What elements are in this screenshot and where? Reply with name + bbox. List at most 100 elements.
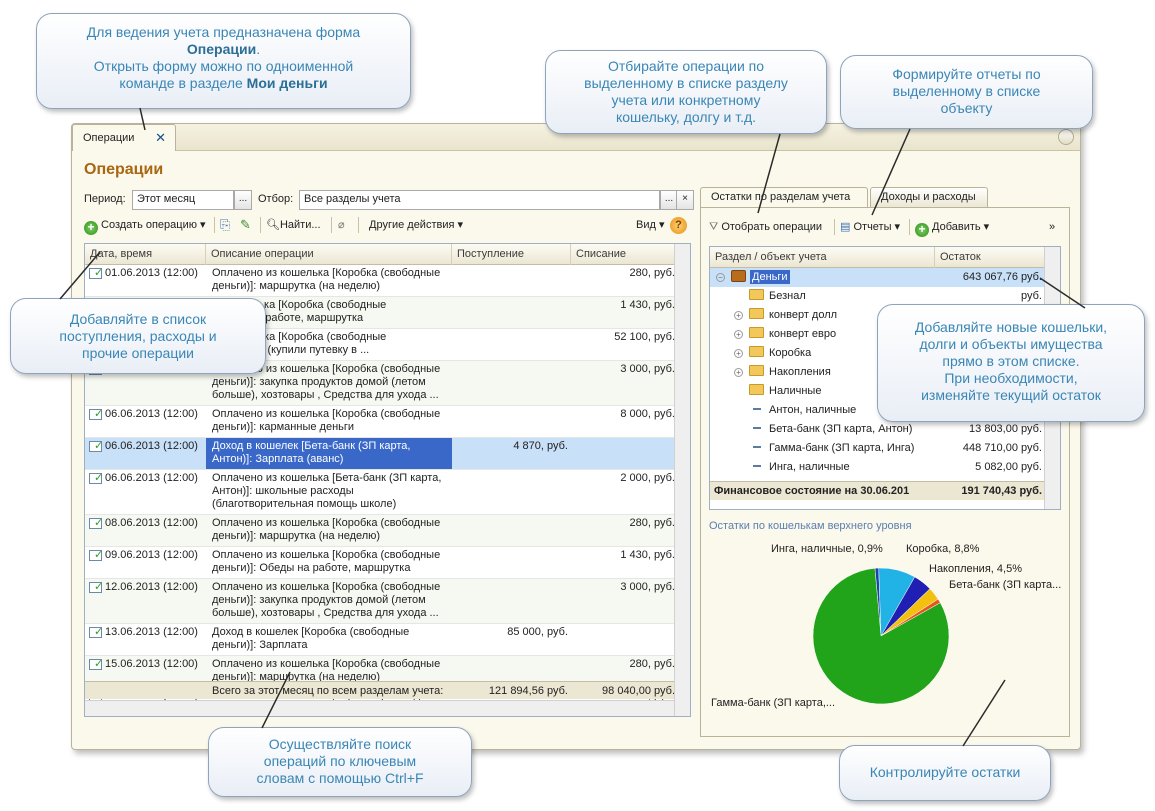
item-icon bbox=[753, 408, 761, 410]
form-title: Операции bbox=[84, 161, 164, 178]
copy-icon[interactable]: ⎘ bbox=[220, 214, 230, 236]
tab-balances[interactable]: Остатки по разделам учета bbox=[700, 187, 868, 207]
callout-text: Добавляйте новые кошельки, bbox=[914, 319, 1108, 335]
description-line: Оплачено из кошелька [Коробка (свободные bbox=[212, 549, 441, 561]
more-button[interactable]: » bbox=[1049, 216, 1055, 238]
tree-label: Антон, наличные bbox=[734, 401, 856, 420]
table-row[interactable]: 13.06.2013 (12:00) Доход в кошелек [Короб… bbox=[85, 624, 675, 656]
view-button[interactable]: Вид ▾ bbox=[636, 214, 664, 236]
callout-reports: Формируйте отчеты по выделенному в списк… bbox=[840, 55, 1093, 129]
tree-header: Раздел / объект учета Остаток bbox=[710, 247, 1060, 268]
cell-expense: 1 430, руб. bbox=[620, 549, 675, 561]
tree-label-text: Наличные bbox=[769, 385, 822, 397]
cell-expense: 280, руб. bbox=[629, 658, 675, 670]
cell-date: 06.06.2013 (12:00) bbox=[105, 440, 198, 452]
tree-row[interactable]: Бета-банк (ЗП карта, Антон) 13 803,00 руб… bbox=[710, 420, 1045, 439]
tree-label: Инга, наличные bbox=[734, 458, 850, 477]
horizontal-scrollbar[interactable] bbox=[85, 700, 674, 716]
tree-row[interactable]: Гамма-банк (ЗП карта, Инга) 448 710,00 ру… bbox=[710, 439, 1045, 458]
folder-icon bbox=[749, 384, 764, 395]
clear-search-icon[interactable]: ⌀ bbox=[338, 214, 345, 236]
table-row[interactable]: 09.06.2013 (12:00) Оплачено из кошелька [… bbox=[85, 547, 675, 579]
edit-icon[interactable]: ✎ bbox=[240, 214, 251, 236]
other-actions-label: Другие действия bbox=[369, 219, 455, 231]
cell-date: 13.06.2013 (12:00) bbox=[105, 626, 198, 638]
tree-label-text: конверт евро bbox=[769, 328, 837, 340]
item-icon bbox=[753, 465, 761, 467]
cell-date: 08.06.2013 (12:00) bbox=[105, 517, 198, 529]
separator bbox=[214, 217, 215, 233]
operation-icon bbox=[89, 657, 103, 670]
callout-text: объекту bbox=[940, 100, 993, 116]
table-row[interactable]: 12.06.2013 (12:00) Оплачено из кошелька [… bbox=[85, 579, 675, 624]
table-row[interactable]: 01.06.2013 (12:00) Оплачено из кошелька [… bbox=[85, 265, 675, 297]
operations-toolbar: + Создать операцию ▾ ⎘ ✎ 🔍︎Найти... ⌀ Дру… bbox=[84, 214, 691, 238]
callout-bold: Операции bbox=[186, 41, 257, 57]
callout-text: выделенному в списке bbox=[892, 83, 1041, 99]
expander-icon[interactable]: + bbox=[734, 349, 743, 358]
find-button[interactable]: 🔍︎Найти... bbox=[266, 214, 321, 236]
callout-text: учета или конкретному bbox=[611, 92, 761, 108]
cell-description: Доход в кошелек [Коробка (свободные деньг… bbox=[212, 626, 452, 652]
cell-expense: 280, руб. bbox=[629, 517, 675, 529]
close-icon[interactable]: ✕ bbox=[155, 130, 166, 146]
tab-operations[interactable]: Операции ✕ bbox=[72, 124, 176, 151]
period-select-button[interactable]: ... bbox=[234, 190, 252, 210]
description-line: Оплачено из кошелька [Коробка (свободные bbox=[212, 408, 441, 420]
column-description[interactable]: Описание операции bbox=[206, 244, 452, 265]
filter-clear-button[interactable]: × bbox=[676, 190, 694, 210]
vertical-scrollbar[interactable] bbox=[674, 244, 690, 716]
expander-icon[interactable]: − bbox=[716, 273, 725, 282]
folder-icon bbox=[749, 289, 764, 300]
select-operations-button[interactable]: ⛛ Отобрать операции bbox=[709, 216, 822, 238]
description-line: Оплачено из кошелька [Коробка (свободные bbox=[212, 267, 441, 279]
tree-row[interactable]: − Деньги 643 067,76 руб. bbox=[710, 268, 1045, 287]
table-row[interactable]: 08.06.2013 (12:00) Оплачено из кошелька [… bbox=[85, 515, 675, 547]
item-icon bbox=[753, 427, 761, 429]
add-button[interactable]: + Добавить ▾ bbox=[915, 216, 989, 238]
expander-icon[interactable]: + bbox=[734, 311, 743, 320]
callout-select-ops: Отбирайте операции по выделенному в спис… bbox=[545, 50, 827, 134]
column-date[interactable]: Дата, время bbox=[85, 244, 206, 265]
other-actions-button[interactable]: Другие действия ▾ bbox=[369, 214, 463, 236]
callout-text: прямо в этом списке. bbox=[942, 353, 1080, 369]
cell-expense: 1 430, руб. bbox=[620, 299, 675, 311]
wallet-icon bbox=[731, 270, 746, 282]
expander-icon[interactable]: + bbox=[734, 330, 743, 339]
view-label: Вид bbox=[636, 219, 656, 231]
cell-description: Оплачено из кошелька [Коробка (свободные… bbox=[212, 549, 452, 575]
column-balance[interactable]: Остаток bbox=[935, 247, 1045, 268]
callout-text: кошельку, долгу и т.д. bbox=[615, 109, 757, 125]
operation-icon bbox=[89, 625, 103, 638]
period-field[interactable]: Этот месяц bbox=[132, 190, 234, 210]
operations-window: Операции ✕ Операции Период: Этот месяц .… bbox=[71, 123, 1081, 750]
window-menu-icon[interactable] bbox=[1058, 129, 1074, 145]
callout-text: словам с помощью Ctrl+F bbox=[256, 770, 424, 786]
tab-income-expense[interactable]: Доходы и расходы bbox=[870, 187, 988, 207]
column-section[interactable]: Раздел / объект учета bbox=[710, 247, 935, 268]
column-income[interactable]: Поступление bbox=[452, 244, 571, 265]
expander-icon[interactable]: + bbox=[734, 368, 743, 377]
operation-icon bbox=[89, 516, 103, 529]
cell-description: Оплачено из кошелька [Коробка (свободные… bbox=[212, 517, 452, 543]
tree-label: − Деньги bbox=[716, 268, 790, 287]
cell-date: 06.06.2013 (12:00) bbox=[105, 472, 198, 484]
callout-text: Добавляйте в список bbox=[69, 311, 207, 327]
help-button[interactable]: ? bbox=[670, 214, 687, 236]
table-row[interactable]: 06.06.2013 (12:00) Оплачено из кошелька [… bbox=[85, 470, 675, 515]
description-line: деньги)]: закупка продуктов домой (летом bbox=[212, 594, 426, 606]
description-line: деньги)]: маршрутка (на неделю) bbox=[212, 530, 381, 542]
financial-state-label: Финансовое состояние на 30.06.201 bbox=[714, 485, 910, 497]
tree-label: Гамма-банк (ЗП карта, Инга) bbox=[734, 439, 914, 458]
reports-button[interactable]: ▤ Отчеты ▾ bbox=[840, 216, 900, 238]
create-operation-button[interactable]: + Создать операцию ▾ bbox=[84, 214, 206, 236]
table-row[interactable]: 06.06.2013 (12:00) Доход в кошелек [Бета-… bbox=[85, 438, 675, 470]
search-icon: 🔍︎ bbox=[266, 219, 280, 231]
tree-row[interactable]: Инга, наличные 5 082,00 руб. bbox=[710, 458, 1045, 477]
total-label: Всего за этот месяц по всем разделам уче… bbox=[212, 685, 444, 697]
table-row[interactable]: 06.06.2013 (12:00) Оплачено из кошелька [… bbox=[85, 406, 675, 438]
description-line: больше), хозтовары , Средства для ухода … bbox=[212, 607, 439, 619]
description-line: деньги)]: Обеды на работе, маршрутка bbox=[212, 562, 411, 574]
filter-field[interactable]: Все разделы учета bbox=[299, 190, 660, 210]
column-expense[interactable]: Списание bbox=[571, 244, 675, 265]
